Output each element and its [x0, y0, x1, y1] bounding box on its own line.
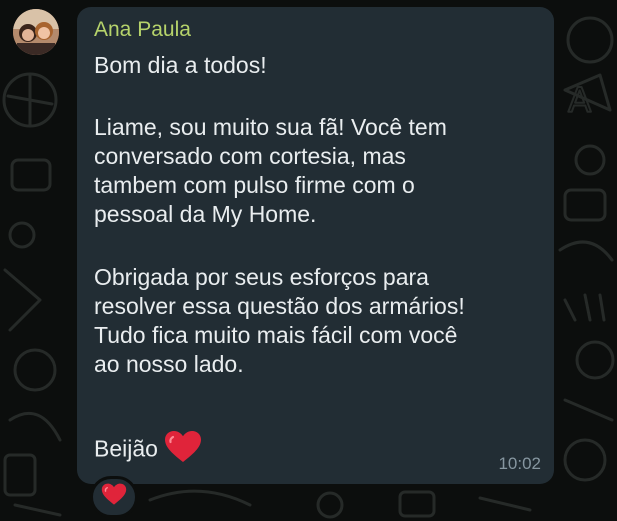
message-timestamp: 10:02 — [498, 454, 541, 473]
closing-text: Beijão — [94, 435, 158, 462]
red-heart-icon — [101, 483, 127, 511]
message-line: ao nosso lado. — [94, 351, 244, 377]
chat-background: A Ana Paula Bom dia a todos! Liame, sou … — [0, 0, 617, 521]
sender-avatar[interactable] — [13, 9, 59, 55]
message-bubble[interactable]: Ana Paula Bom dia a todos! Liame, sou mu… — [77, 7, 554, 484]
avatar-photo-icon — [13, 9, 59, 55]
red-heart-icon — [164, 430, 202, 471]
sender-name[interactable]: Ana Paula — [94, 18, 191, 42]
svg-text:A: A — [568, 81, 591, 121]
message-line: tambem com pulso firme com o — [94, 172, 415, 198]
message-line: Bom dia a todos! — [94, 52, 267, 78]
message-line: resolver essa questão dos armários! — [94, 293, 465, 319]
message-line: Tudo fica muito mais fácil com você — [94, 322, 458, 348]
message-line: conversado com cortesia, mas — [94, 143, 406, 169]
reaction-badge[interactable] — [90, 476, 138, 518]
message-closing: Beijão — [94, 430, 202, 471]
message-line: pessoal da My Home. — [94, 201, 317, 227]
message-line: Liame, sou muito sua fã! Você tem — [94, 114, 447, 140]
message-line: Obrigada por seus esforços para — [94, 264, 429, 290]
